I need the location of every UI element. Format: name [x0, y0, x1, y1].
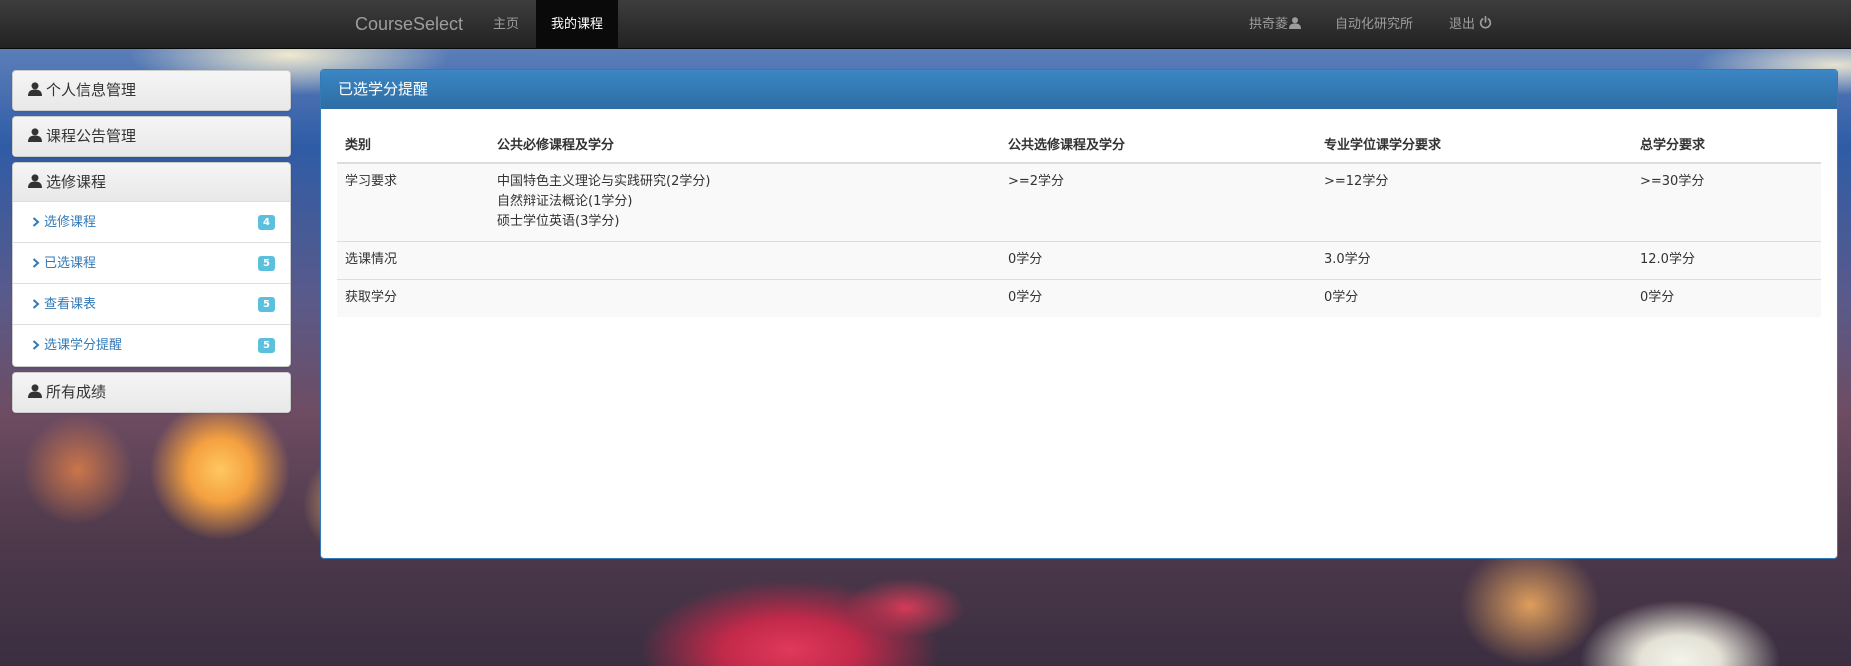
panel-title: 已选学分提醒 — [321, 70, 1837, 109]
cell-major: 3.0学分 — [1316, 241, 1632, 280]
cell-total: 12.0学分 — [1632, 241, 1821, 280]
sidebar-item-personal-info[interactable]: 个人信息管理 — [13, 71, 290, 110]
chevron-right-icon — [32, 217, 40, 227]
chevron-right-icon — [32, 258, 40, 268]
count-badge: 5 — [258, 297, 275, 312]
cell-required-courses: 中国特色主义理论与实践研究(2学分) 自然辩证法概论(1学分) 硕士学位英语(3… — [489, 162, 1000, 242]
table-row: 获取学分 0学分 0学分 0学分 — [337, 279, 1821, 317]
sidebar-personal-panel: 个人信息管理 — [12, 70, 291, 111]
cell-major: >=12学分 — [1316, 162, 1632, 242]
cell-major: 0学分 — [1316, 279, 1632, 317]
count-badge: 4 — [258, 215, 275, 230]
subitem-label: 查看课表 — [44, 297, 97, 312]
required-course: 硕士学位英语(3学分) — [497, 214, 620, 229]
table-header-row: 类别 公共必修课程及学分 公共选修课程及学分 专业学位课学分要求 总学分要求 — [337, 125, 1821, 164]
cell-total: >=30学分 — [1632, 162, 1821, 242]
nav-user[interactable]: 拱奇菱 — [1234, 0, 1316, 49]
sidebar-grades-panel: 所有成绩 — [12, 372, 291, 413]
sidebar-item-all-grades[interactable]: 所有成绩 — [13, 373, 290, 412]
count-badge: 5 — [258, 338, 275, 353]
credit-table: 类别 公共必修课程及学分 公共选修课程及学分 专业学位课学分要求 总学分要求 学… — [337, 125, 1821, 317]
sidebar-notice-panel: 课程公告管理 — [12, 116, 291, 157]
nav-logout[interactable]: 退出 — [1434, 0, 1507, 49]
nav-home[interactable]: 主页 — [478, 0, 534, 49]
brand-logo[interactable]: CourseSelect — [355, 0, 463, 49]
column-header: 公共必修课程及学分 — [489, 125, 1000, 164]
top-navbar: CourseSelect 主页 我的课程 拱奇菱 自动化研究所 退出 — [0, 0, 1851, 49]
column-header: 公共选修课程及学分 — [1000, 125, 1316, 164]
user-name: 拱奇菱 — [1249, 17, 1289, 32]
sidebar-item-elective[interactable]: 选修课程 — [13, 163, 290, 202]
sidebar-subitem-timetable[interactable]: 查看课表 5 — [13, 284, 290, 325]
sidebar-item-label: 所有成绩 — [46, 383, 107, 401]
cell-total: 0学分 — [1632, 279, 1821, 317]
sidebar-item-course-notice[interactable]: 课程公告管理 — [13, 117, 290, 156]
cell-required-courses — [489, 241, 1000, 280]
required-course: 中国特色主义理论与实践研究(2学分) — [497, 174, 711, 189]
cell-elective: 0学分 — [1000, 279, 1316, 317]
table-row: 学习要求 中国特色主义理论与实践研究(2学分) 自然辩证法概论(1学分) 硕士学… — [337, 162, 1821, 242]
nav-my-courses[interactable]: 我的课程 — [536, 0, 619, 49]
cell-category: 获取学分 — [337, 279, 489, 317]
subitem-label: 选修课程 — [44, 215, 97, 230]
cell-elective: >=2学分 — [1000, 162, 1316, 242]
user-icon — [28, 82, 42, 96]
cell-category: 学习要求 — [337, 162, 489, 242]
sidebar-subitem-elective-courses[interactable]: 选修课程 4 — [13, 202, 290, 243]
table-row: 选课情况 0学分 3.0学分 12.0学分 — [337, 241, 1821, 280]
sidebar-subitem-credit-reminder[interactable]: 选课学分提醒 5 — [13, 325, 290, 366]
cell-required-courses — [489, 279, 1000, 317]
sidebar-item-label: 个人信息管理 — [46, 81, 137, 99]
chevron-right-icon — [32, 299, 40, 309]
user-icon — [28, 174, 42, 188]
sidebar-elective-panel: 选修课程 选修课程 4 已选课程 5 查看课表 5 选课学分提醒 5 — [12, 162, 291, 367]
cell-elective: 0学分 — [1000, 241, 1316, 280]
subitem-label: 选课学分提醒 — [44, 338, 123, 353]
column-header: 类别 — [337, 125, 489, 164]
user-icon — [1289, 17, 1302, 29]
user-icon — [28, 384, 42, 398]
column-header: 专业学位课学分要求 — [1316, 125, 1632, 164]
power-icon — [1479, 16, 1492, 29]
required-course: 自然辩证法概论(1学分) — [497, 194, 633, 209]
sidebar-item-label: 课程公告管理 — [46, 127, 137, 145]
subitem-label: 已选课程 — [44, 256, 97, 271]
logout-label: 退出 — [1449, 17, 1476, 32]
credit-reminder-panel: 已选学分提醒 类别 公共必修课程及学分 公共选修课程及学分 专业学位课学分要求 … — [320, 69, 1838, 559]
count-badge: 5 — [258, 256, 275, 271]
user-icon — [28, 128, 42, 142]
column-header: 总学分要求 — [1632, 125, 1821, 164]
nav-institute[interactable]: 自动化研究所 — [1320, 0, 1428, 49]
sidebar-subitem-selected-courses[interactable]: 已选课程 5 — [13, 243, 290, 284]
sidebar-item-label: 选修课程 — [46, 173, 107, 191]
chevron-right-icon — [32, 340, 40, 350]
cell-category: 选课情况 — [337, 241, 489, 280]
